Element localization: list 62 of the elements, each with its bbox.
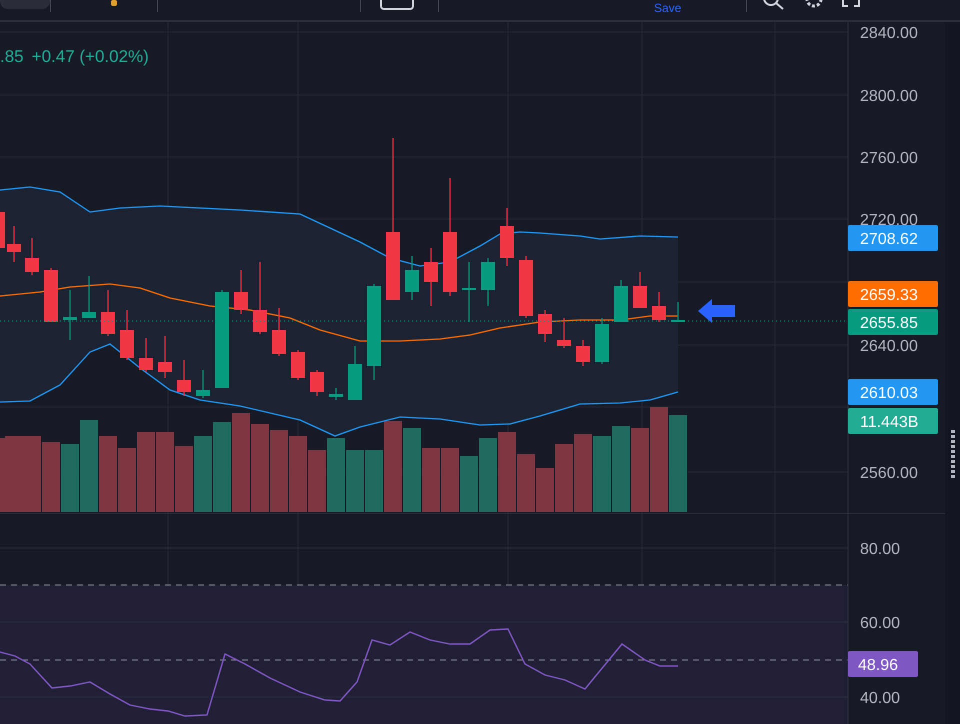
candlestick (158, 336, 172, 378)
volume-bar (175, 446, 193, 512)
last-price-text: .85 (0, 47, 24, 66)
price-label: 2708.62 (848, 225, 938, 251)
candlestick (614, 280, 628, 322)
candlestick (234, 270, 248, 314)
candlestick (538, 310, 552, 342)
candlestick (44, 268, 58, 322)
candlestick (120, 310, 134, 360)
candlestick (405, 256, 419, 300)
candlestick (139, 338, 153, 372)
candlestick (576, 340, 590, 366)
volume-bar (441, 448, 459, 512)
candlestick (329, 388, 343, 400)
candlestick (0, 212, 5, 248)
volume-bar (346, 450, 364, 512)
price-axis-label: 2640.00 (860, 338, 918, 355)
candlestick (633, 272, 647, 308)
candlestick (272, 308, 286, 356)
price-axis-label: 2560.00 (860, 465, 918, 482)
candlestick (25, 238, 39, 275)
candlestick (424, 248, 438, 306)
candlestick (7, 226, 21, 262)
price-label: 2659.33 (848, 281, 938, 307)
candlestick (348, 346, 362, 400)
price-axis-label: 2760.00 (860, 150, 918, 167)
candlestick (652, 292, 666, 322)
rsi-axis-label: 40.00 (860, 690, 900, 707)
rsi-value-label: 48.96 (848, 651, 918, 677)
candlestick (500, 208, 514, 266)
candlestick (177, 360, 191, 396)
rsi-axis-label: 80.00 (860, 541, 900, 558)
candlestick (196, 370, 210, 398)
candlestick (462, 262, 476, 322)
candlestick (82, 276, 96, 318)
candlestick (63, 290, 77, 340)
candlestick (310, 370, 324, 396)
candlestick (101, 290, 115, 336)
candlestick (481, 258, 495, 306)
volume-bar (42, 442, 60, 512)
volume-bar (422, 448, 440, 512)
candlestick (595, 318, 609, 364)
rsi-axis-label: 60.00 (860, 615, 900, 632)
volume-bar (118, 448, 136, 512)
candlestick (671, 302, 685, 322)
save-button[interactable]: Save (651, 1, 684, 15)
price-axis-label: 2800.00 (860, 88, 918, 105)
price-label: 2655.85 (848, 309, 938, 335)
price-label: 2610.03 (848, 379, 938, 405)
candlestick (291, 350, 305, 380)
candlestick (557, 318, 571, 348)
candlestick (253, 262, 267, 334)
scroll-handle-icon[interactable] (950, 430, 954, 480)
volume-bar (460, 456, 478, 512)
price-label: 11.443B (848, 408, 938, 434)
candlestick (519, 256, 533, 318)
volume-bar (517, 454, 535, 512)
volume-bar (308, 450, 326, 512)
price-change-text: +0.47 (+0.02%) (32, 47, 149, 66)
volume-bar (61, 444, 79, 512)
price-axis-label: 2840.00 (860, 25, 918, 42)
arrow-icon (698, 299, 735, 323)
